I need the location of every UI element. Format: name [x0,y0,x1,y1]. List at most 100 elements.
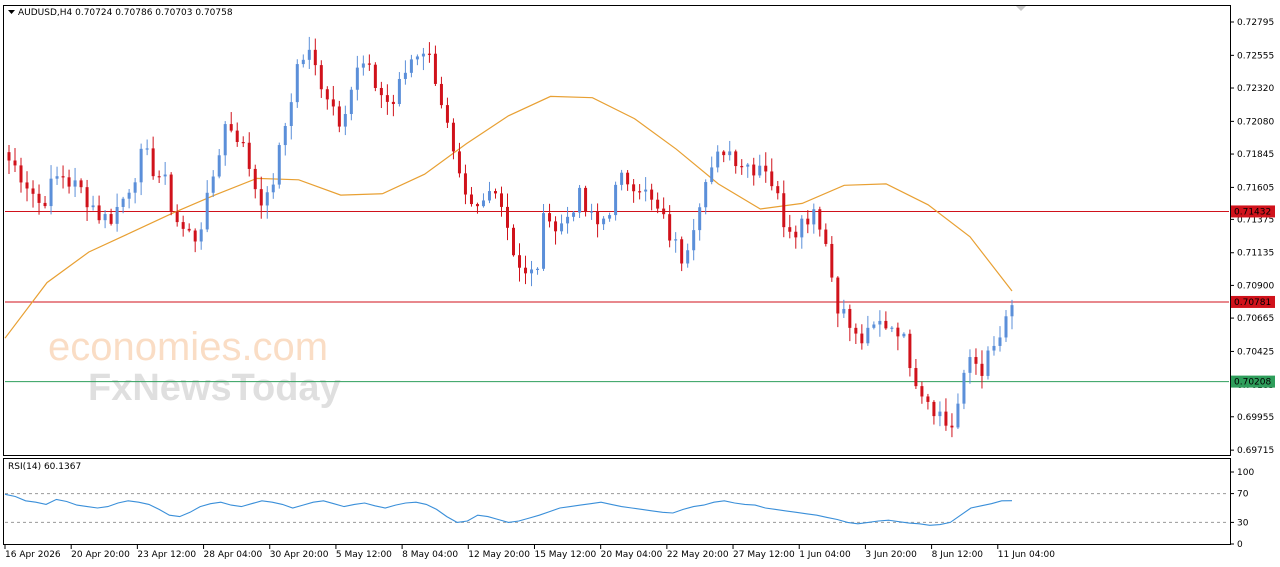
candle-body [493,191,497,194]
candle-body [187,228,191,231]
candle-body [578,187,582,213]
candle-body [602,218,606,225]
candle-body [872,324,876,328]
candle-body [313,49,317,66]
candle-body [85,187,89,208]
candle-body [902,333,906,337]
candle-body [265,192,269,206]
rsi-panel-frame [3,458,1231,545]
candle-body [854,327,858,334]
candle-body [818,209,822,230]
candle-body [361,63,365,68]
price-tick-label: 0.71605 [1237,183,1274,193]
candle-body [55,176,59,179]
candle-body [19,165,23,183]
time-tick-label: 23 Apr 12:00 [137,550,196,560]
candle-body [133,182,137,193]
candle-body [554,221,558,232]
candle-body [722,151,726,156]
candle-body [788,227,792,232]
candle-body [716,151,720,168]
candle-body [566,216,570,224]
candle-body [734,151,738,167]
candle-body [373,64,377,88]
candle-body [992,345,996,351]
candle-body [241,142,245,144]
candle-body [764,165,768,172]
candle-body [776,186,780,194]
candle-body [193,230,197,242]
candle-body [97,205,101,221]
candle-body [584,187,588,212]
candle-body [572,212,576,217]
candle-body [127,192,131,199]
candle-body [842,308,846,314]
candle-body [103,214,107,221]
time-tick-label: 27 May 12:00 [733,550,795,560]
watermark-economies: economies.com [48,325,328,369]
candle-body [487,191,491,201]
price-tick-label: 0.71135 [1237,249,1274,259]
candle-body [253,168,257,190]
candle [542,203,546,271]
price-tick-label: 0.72795 [1237,18,1274,28]
candle-body [530,269,534,274]
candle-body [512,227,516,256]
candle-body [524,267,528,274]
candle-body [596,211,600,225]
candle-body [536,268,540,270]
candle-body [37,193,41,203]
price-tick-label: 0.70425 [1237,347,1274,357]
candle-body [229,124,233,131]
candle-body [499,193,503,207]
candle-body [115,206,119,224]
candle-body [451,122,455,152]
candle-body [475,204,479,207]
time-tick-label: 15 May 12:00 [534,550,596,560]
candle-body [560,223,564,232]
symbol-header: AUDUSD,H4 0.70724 0.70786 0.70703 0.7075… [18,8,233,18]
candle-body [782,193,786,228]
candle-body [427,53,431,55]
candle-body [355,67,359,90]
candle-body [415,56,419,60]
candle-body [890,327,894,329]
candle-body [590,211,594,213]
candle-body [518,255,522,268]
time-tick-label: 11 Jun 04:00 [998,550,1055,560]
candle-body [920,386,924,397]
candle-body [7,152,11,161]
candle-body [217,155,221,177]
candle-body [962,372,966,404]
candle-body [301,59,305,65]
candle-body [175,211,179,223]
candle-body [806,218,810,225]
candle-body [457,151,461,174]
candle-body [247,142,251,169]
candle-body [542,213,546,269]
price-chart[interactable]: economies.com FxNewsToday AUDUSD,H4 0.70… [0,0,1280,567]
candle-body [914,368,918,387]
candle-body [421,53,425,57]
candle-body [25,182,29,189]
time-tick-label: 22 May 20:00 [667,550,729,560]
candle-body [163,174,167,177]
time-tick-label: 1 Jun 04:00 [799,550,851,560]
candle-body [205,192,209,230]
candle-body [1010,305,1014,317]
candle-body [181,222,185,229]
candle-body [878,320,882,325]
candle [169,172,173,216]
candle-body [644,189,648,192]
candle-body [13,160,17,166]
candle-body [896,327,900,337]
time-tick-label: 30 Apr 20:00 [270,550,329,560]
candle [986,346,990,380]
candle-body [169,174,173,212]
candle-body [403,72,407,79]
candle-body [139,148,143,183]
candle-body [49,178,53,207]
candle-body [343,114,347,127]
candle-body [397,78,401,105]
candle-body [698,207,702,231]
